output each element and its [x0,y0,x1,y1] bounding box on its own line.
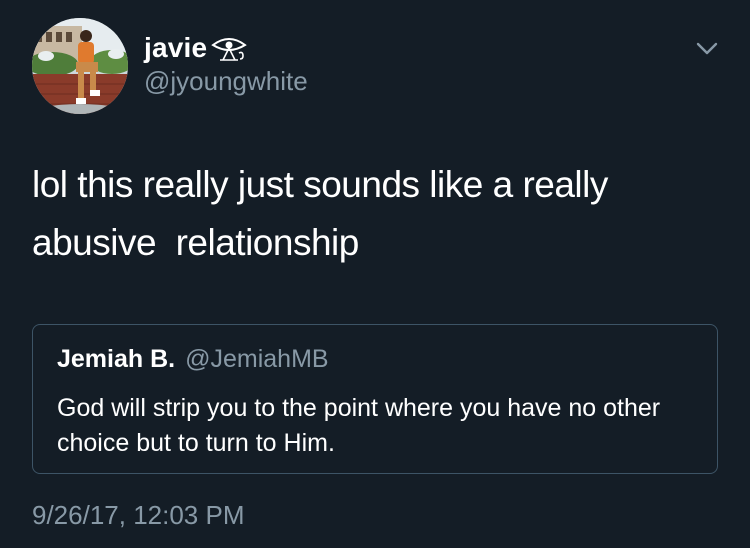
quoted-tweet-header: Jemiah B. @JemiahMB [57,345,329,374]
quoted-author-name: Jemiah B. [57,345,176,373]
eye-triangle-emoji-icon [209,35,249,61]
chevron-down-icon[interactable] [696,42,718,56]
author-name-row: javie [144,32,249,64]
avatar-photo [32,18,128,114]
tweet-text: lol this really just sounds like a reall… [32,164,608,263]
author-display-name[interactable]: javie [144,32,207,64]
quoted-tweet-text: God will strip you to the point where yo… [57,394,661,457]
quoted-author-handle: @JemiahMB [185,345,329,373]
tweet-detail: javie @jyoungwhite lol this really just … [0,0,750,548]
tweet-timestamp[interactable]: 9/26/17, 12:03 PM [32,500,244,531]
avatar[interactable] [32,18,128,114]
quoted-tweet-card[interactable]: Jemiah B. @JemiahMB God will strip you to… [32,324,718,474]
author-handle[interactable]: @jyoungwhite [144,66,308,97]
